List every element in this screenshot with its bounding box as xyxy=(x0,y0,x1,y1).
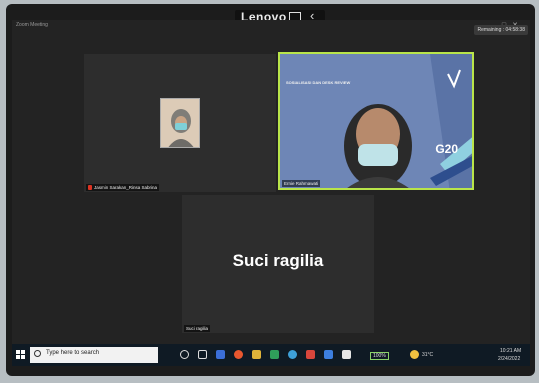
cortana-icon[interactable] xyxy=(180,350,189,359)
weather-temp[interactable]: 31°C xyxy=(422,352,433,358)
g20-logo: G20 xyxy=(435,142,458,156)
participant-video-1 xyxy=(160,98,200,148)
participant-name-label: Ernie Rahmawati xyxy=(282,180,321,187)
taskbar-search-box[interactable]: Type here to search xyxy=(30,347,158,363)
participant-tile-2-active[interactable]: SOSIALISASI DAN DESK REVIEW G20 Ernie Ra… xyxy=(278,52,474,190)
participant-tile-3[interactable]: Suci ragilia Suci ragilia xyxy=(182,195,374,333)
window-title: Zoom Meeting xyxy=(16,22,48,28)
windows-start-icon[interactable] xyxy=(16,350,26,360)
browser-icon[interactable] xyxy=(234,350,243,359)
app-icon[interactable] xyxy=(306,350,315,359)
participant-display-name: Suci ragilia xyxy=(232,251,324,270)
app-icon[interactable] xyxy=(216,350,225,359)
app-icon[interactable] xyxy=(270,350,279,359)
app-icon[interactable] xyxy=(342,350,351,359)
battery-indicator[interactable]: 100% xyxy=(370,352,389,360)
participant-name-label: Jasmin Sarakan_Rinsa Sabrina xyxy=(86,184,160,191)
slide-title: SOSIALISASI DAN DESK REVIEW xyxy=(286,80,351,85)
photo-stage: Lenovo ‹ Zoom Meeting –□✕ Remaining : 04… xyxy=(0,0,539,383)
edge-icon[interactable] xyxy=(288,350,297,359)
participant-tile-1[interactable]: Jasmin Sarakan_Rinsa Sabrina xyxy=(84,54,276,192)
zoom-window: Zoom Meeting –□✕ Remaining : 04:58:38 Ja… xyxy=(12,20,530,366)
search-icon xyxy=(34,350,41,357)
participant-name-label: Suci ragilia xyxy=(184,325,211,332)
clock-time[interactable]: 10:21 AM xyxy=(500,348,521,354)
task-view-icon[interactable] xyxy=(198,350,207,359)
file-explorer-icon[interactable] xyxy=(252,350,261,359)
zoom-icon[interactable] xyxy=(324,350,333,359)
mic-muted-icon xyxy=(88,185,92,190)
search-placeholder: Type here to search xyxy=(46,350,100,356)
shared-slide-background xyxy=(280,54,472,188)
windows-taskbar: Type here to search 100% 31°C 10:21 AM 2… xyxy=(12,344,530,366)
remaining-time: Remaining : 04:58:38 xyxy=(474,25,528,35)
weather-icon[interactable] xyxy=(410,350,419,359)
clock-date[interactable]: 2/24/2022 xyxy=(498,356,520,362)
